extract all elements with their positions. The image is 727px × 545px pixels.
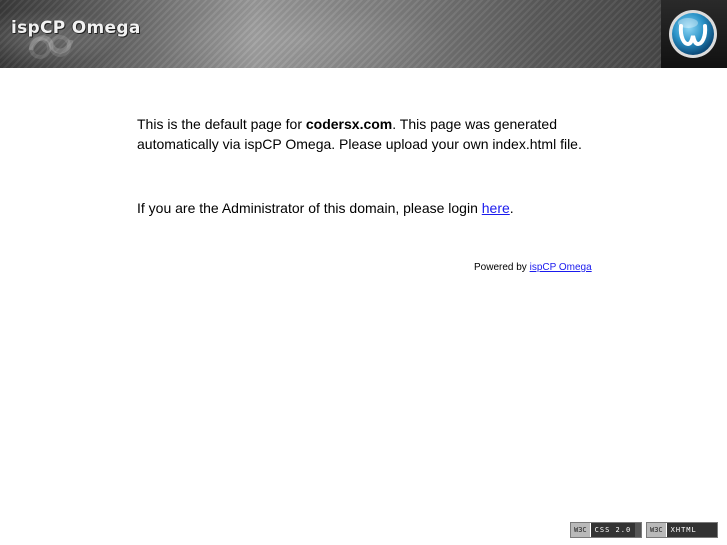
header-banner: ispCP Omega — [0, 0, 727, 68]
w3c-css-badge-right: CSS 2.0 — [590, 523, 636, 537]
omega-logo-icon — [669, 10, 717, 58]
login-here-link[interactable]: here — [482, 200, 510, 216]
w3c-xhtml-badge-right: XHTML 1.0 — [666, 523, 717, 545]
w3c-xhtml-badge-left: W3C — [647, 523, 667, 537]
w3c-xhtml-badge[interactable]: W3C XHTML 1.0 — [646, 522, 718, 545]
page: ispCP Omega This is the default page for… — [0, 0, 727, 545]
ispcp-omega-link[interactable]: ispCP Omega — [530, 262, 592, 273]
powered-by: Powered by ispCP Omega — [474, 262, 592, 274]
w3c-css-badge[interactable]: W3C CSS 2.0 — [570, 522, 642, 538]
logo-text: ispCP Omega — [11, 18, 141, 38]
intro-paragraph: This is the default page for codersx.com… — [137, 114, 597, 154]
admin-paragraph: If you are the Administrator of this dom… — [137, 198, 514, 218]
powered-by-text: Powered by — [474, 262, 530, 273]
w3c-css-badge-left: W3C — [571, 523, 591, 537]
domain-name: codersx.com — [305, 116, 393, 132]
admin-text-after: . — [509, 200, 514, 216]
intro-text-before: This is the default page for — [137, 116, 306, 132]
admin-text-before: If you are the Administrator of this dom… — [137, 200, 482, 216]
badge-box — [661, 0, 727, 68]
